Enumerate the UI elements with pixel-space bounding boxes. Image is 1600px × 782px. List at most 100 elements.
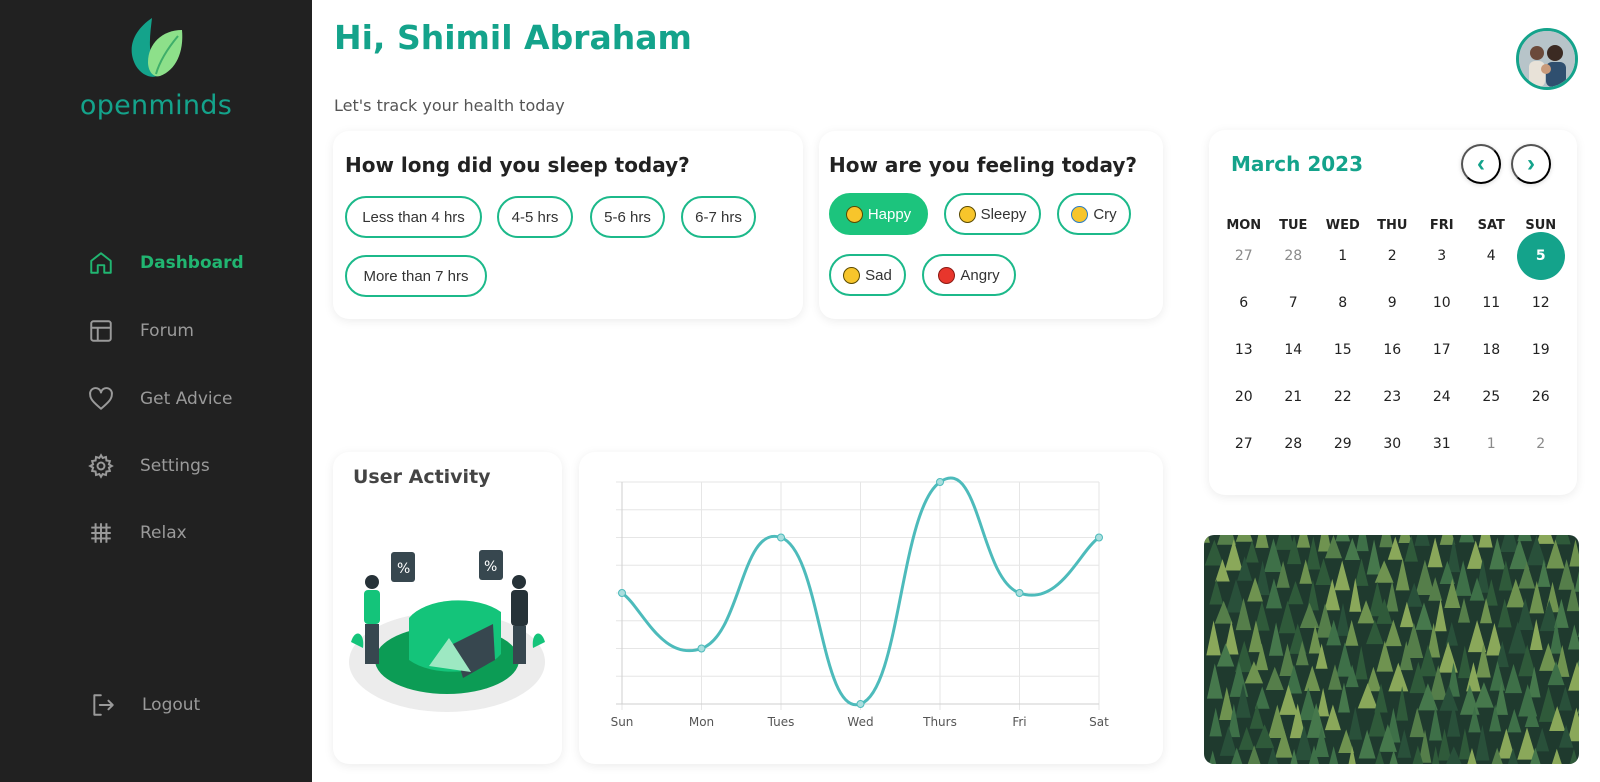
calendar-day[interactable]: 19 (1516, 326, 1566, 373)
calendar-day-today[interactable]: 5 (1516, 231, 1566, 280)
mood-option-sad[interactable]: Sad (829, 254, 906, 296)
pine-tree-shape (1385, 580, 1399, 612)
data-point (697, 644, 706, 653)
mood-option-happy[interactable]: Happy (829, 193, 928, 235)
app-logo[interactable]: openminds (0, 16, 312, 121)
sleep-option-4-5[interactable]: 4-5 hrs (497, 196, 573, 238)
avatar[interactable] (1516, 28, 1578, 90)
calendar-day[interactable]: 14 (1269, 326, 1319, 373)
pine-tree-shape (1427, 537, 1443, 568)
pine-tree-shape (1379, 535, 1394, 548)
data-point (856, 700, 865, 708)
calendar-prev-button[interactable]: ‹ (1461, 144, 1501, 184)
pine-tree-shape (1209, 579, 1224, 605)
x-tick-label: Fri (1012, 715, 1026, 729)
calendar-day[interactable]: 1 (1467, 420, 1517, 467)
calendar-week-row: 27 28 1 2 3 4 5 (1219, 231, 1569, 280)
data-point (618, 589, 626, 597)
sleep-option-5-6[interactable]: 5-6 hrs (590, 196, 665, 238)
mood-option-sleepy[interactable]: Sleepy (944, 193, 1041, 235)
pine-tree-shape (1458, 728, 1472, 760)
pine-tree-shape (1438, 641, 1458, 673)
calendar-day[interactable]: 25 (1467, 373, 1517, 420)
calendar-day[interactable]: 1 (1318, 232, 1368, 279)
page-subtitle: Let's track your health today (334, 96, 565, 115)
pine-tree-shape (1287, 580, 1304, 605)
sleep-option-less-than-4[interactable]: Less than 4 hrs (345, 196, 482, 238)
pine-tree-shape (1206, 663, 1223, 699)
calendar-next-button[interactable]: › (1511, 144, 1551, 184)
today-marker: 5 (1516, 231, 1565, 280)
pine-tree-shape (1329, 746, 1339, 764)
calendar-day[interactable]: 15 (1318, 326, 1368, 373)
pine-tree-shape (1278, 600, 1297, 634)
angry-emoji-icon (938, 266, 956, 284)
sidebar-item-settings[interactable]: Settings (86, 449, 210, 483)
mood-option-angry[interactable]: Angry (922, 254, 1016, 296)
calendar-day[interactable]: 12 (1516, 279, 1566, 326)
data-point (936, 478, 944, 486)
calendar-day[interactable]: 29 (1318, 420, 1368, 467)
mood-card: How are you feeling today? Happy Sleepy … (819, 131, 1163, 319)
sleep-option-6-7[interactable]: 6-7 hrs (681, 196, 756, 238)
pine-tree-shape (1409, 707, 1425, 738)
percent-glyph: % (397, 561, 410, 577)
sidebar-item-label: Forum (140, 321, 194, 341)
calendar-day[interactable]: 28 (1269, 420, 1319, 467)
calendar-day[interactable]: 2 (1368, 232, 1418, 279)
mood-option-label: Angry (960, 266, 1000, 284)
calendar-day[interactable]: 6 (1219, 279, 1269, 326)
x-tick-label: Mon (689, 715, 714, 729)
calendar-day[interactable]: 17 (1417, 326, 1467, 373)
calendar-day[interactable]: 9 (1368, 279, 1418, 326)
calendar-day[interactable]: 27 (1219, 232, 1269, 279)
pine-tree-shape (1235, 535, 1253, 542)
forest-illustration (1204, 535, 1579, 764)
calendar-day[interactable]: 8 (1318, 279, 1368, 326)
calendar-day[interactable]: 24 (1417, 373, 1467, 420)
calendar-day[interactable]: 28 (1269, 232, 1319, 279)
sidebar-item-forum[interactable]: Forum (86, 314, 194, 348)
pine-tree-shape (1238, 726, 1255, 750)
calendar-day[interactable]: 23 (1368, 373, 1418, 420)
calendar-day[interactable]: 10 (1417, 279, 1467, 326)
calendar-day[interactable]: 13 (1219, 326, 1269, 373)
calendar-weekday-row: MON TUE WED THU FRI SAT SUN (1219, 202, 1569, 233)
calendar-day[interactable]: 21 (1269, 373, 1319, 420)
pine-tree-shape (1569, 539, 1579, 567)
mood-option-cry[interactable]: Cry (1057, 193, 1131, 235)
mood-question: How are you feeling today? (829, 153, 1137, 177)
pine-tree-shape (1414, 535, 1430, 546)
calendar-day[interactable]: 3 (1417, 232, 1467, 279)
pine-tree-shape (1209, 750, 1217, 764)
calendar-day[interactable]: 16 (1368, 326, 1418, 373)
sidebar-item-get-advice[interactable]: Get Advice (86, 382, 232, 416)
calendar-week-row: 13 14 15 16 17 18 19 (1219, 326, 1569, 373)
calendar-day[interactable]: 4 (1467, 232, 1517, 279)
sleep-option-more-than-7[interactable]: More than 7 hrs (345, 255, 487, 297)
calendar-day[interactable]: 11 (1467, 279, 1517, 326)
leaf-logo-icon (131, 18, 183, 77)
calendar-day[interactable]: 20 (1219, 373, 1269, 420)
logout-label: Logout (142, 695, 201, 715)
calendar-day[interactable]: 18 (1467, 326, 1517, 373)
sidebar-item-relax[interactable]: Relax (86, 516, 187, 550)
calendar-day[interactable]: 30 (1368, 420, 1418, 467)
calendar-day[interactable]: 31 (1417, 420, 1467, 467)
sidebar-item-label: Relax (140, 523, 187, 543)
x-tick-label: Sun (611, 715, 634, 729)
page-title: Hi, Shimil Abraham (334, 18, 692, 57)
calendar-day[interactable]: 27 (1219, 420, 1269, 467)
pine-tree-shape (1317, 687, 1330, 717)
logout-button[interactable]: Logout (88, 688, 200, 722)
mood-option-label: Sleepy (980, 205, 1027, 223)
pine-tree-shape (1428, 706, 1443, 741)
calendar-day[interactable]: 26 (1516, 373, 1566, 420)
sidebar-item-dashboard[interactable]: Dashboard (86, 246, 244, 280)
calendar-day[interactable]: 22 (1318, 373, 1368, 420)
forest-image (1204, 535, 1579, 764)
pine-tree-shape (1445, 621, 1459, 646)
calendar-day[interactable]: 2 (1516, 420, 1566, 467)
pine-tree-shape (1459, 535, 1475, 543)
calendar-day[interactable]: 7 (1269, 279, 1319, 326)
